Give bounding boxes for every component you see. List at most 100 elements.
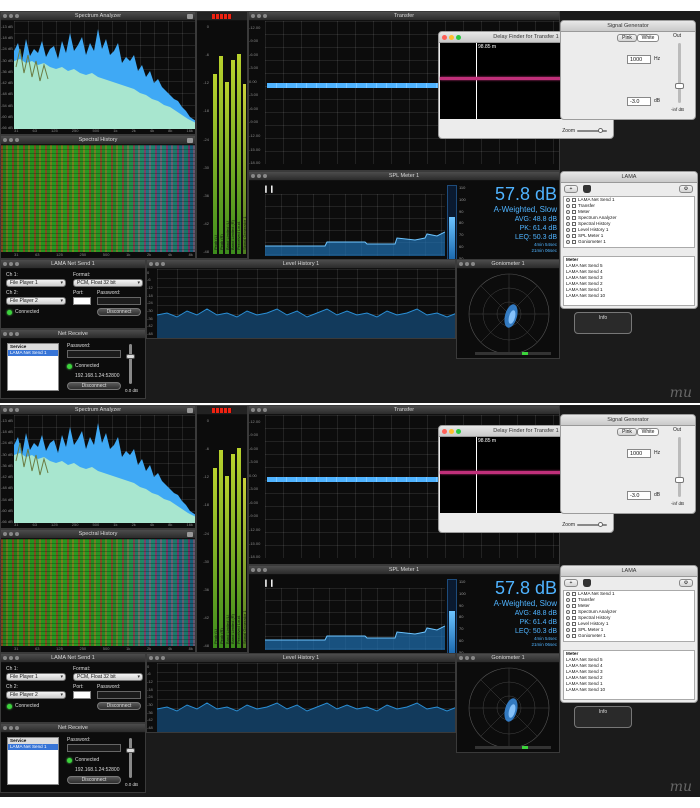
axis-tick-label: -9.00 <box>249 38 259 44</box>
window-buttons[interactable] <box>459 656 481 661</box>
output-level-slider[interactable] <box>675 43 684 103</box>
lama-device-list[interactable]: LAMA Net Send 1 Transfer Meter Spectrum … <box>563 590 695 642</box>
receive-level-knob[interactable] <box>126 354 135 359</box>
frequency-input[interactable]: 1000 <box>627 449 651 458</box>
add-button[interactable]: + <box>564 579 578 587</box>
password-input[interactable] <box>97 297 141 305</box>
list-item[interactable]: Goniometer 1 <box>564 239 694 245</box>
password-input[interactable] <box>67 350 121 358</box>
disconnect-button[interactable]: Disconnect <box>67 382 121 390</box>
window-buttons[interactable] <box>3 262 25 267</box>
output-slider-knob[interactable] <box>675 477 684 483</box>
ch1-select[interactable]: File Player 1 <box>6 673 66 681</box>
port-input[interactable] <box>73 691 91 699</box>
service-list[interactable]: Service LAMA Net Send 1 <box>7 737 59 785</box>
window-buttons[interactable] <box>459 262 481 267</box>
disconnect-button[interactable]: Disconnect <box>97 308 141 316</box>
window-buttons[interactable] <box>251 174 273 179</box>
connected-status: Connected <box>75 757 100 763</box>
level-input[interactable]: -3.0 <box>627 97 651 106</box>
gear-icon[interactable]: ⚙ <box>679 185 693 193</box>
axis-tick-label: -18 <box>203 108 209 114</box>
window-buttons[interactable] <box>251 14 273 19</box>
output-level-slider[interactable] <box>675 437 684 497</box>
list-item[interactable]: Goniometer 1 <box>564 633 694 639</box>
disconnect-button[interactable]: Disconnect <box>67 776 121 784</box>
ch2-select[interactable]: File Player 2 <box>6 297 66 305</box>
lama-device-list[interactable]: LAMA Net Send 1 Transfer Meter Spectrum … <box>563 196 695 248</box>
info-button[interactable]: Info <box>574 706 632 728</box>
axis-tick-label: 0 <box>206 24 209 29</box>
zoom-slider[interactable] <box>577 128 607 133</box>
meter-channel-label: Perceived Loud. <box>236 221 242 250</box>
service-list[interactable]: Service LAMA Net Send 1 <box>7 343 59 391</box>
net-receive-window: Net Receive Service LAMA Net Send 1 Pass… <box>0 723 146 793</box>
zoom-slider-knob[interactable] <box>598 522 603 527</box>
receive-level-slider[interactable] <box>126 344 135 384</box>
window-resize-icon[interactable] <box>187 532 193 537</box>
format-select[interactable]: PCM, Float 32 bit <box>73 279 143 287</box>
axis-tick-label: 110 <box>459 579 466 584</box>
password-label: Password: <box>67 737 91 743</box>
list-item[interactable]: LAMA Net Send 10 <box>564 293 694 299</box>
disconnect-button[interactable]: Disconnect <box>97 702 141 710</box>
white-noise-tab[interactable]: White <box>637 428 659 436</box>
output-slider-knob[interactable] <box>675 83 684 89</box>
password-input[interactable] <box>67 744 121 752</box>
axis-tick-label: -6 <box>147 671 151 677</box>
lama-meter-list[interactable]: Meter LAMA Net Send 5 LAMA Net Send 4 LA… <box>563 650 695 700</box>
window-buttons[interactable] <box>442 429 463 435</box>
format-select[interactable]: PCM, Float 32 bit <box>73 673 143 681</box>
window-resize-icon[interactable] <box>187 408 193 413</box>
window-resize-icon[interactable] <box>187 138 193 143</box>
info-button[interactable]: Info <box>574 312 632 334</box>
level-history-graph <box>156 663 455 732</box>
window-buttons[interactable] <box>3 408 25 413</box>
window-buttons[interactable] <box>3 14 25 19</box>
bell-icon[interactable] <box>583 185 591 193</box>
window-buttons[interactable] <box>3 138 25 143</box>
window-resize-icon[interactable] <box>187 14 193 19</box>
window-buttons[interactable] <box>442 35 463 41</box>
service-item[interactable]: LAMA Net Send 1 <box>8 744 58 750</box>
axis-tick-label: -36 dB <box>1 68 13 74</box>
meter-channel-label: Peak (R) <box>218 234 224 250</box>
clip-indicator[interactable] <box>212 408 232 413</box>
level-input[interactable]: -3.0 <box>627 491 651 500</box>
window-buttons[interactable] <box>3 332 25 337</box>
list-item[interactable]: LAMA Net Send 10 <box>564 687 694 693</box>
window-buttons[interactable] <box>3 532 25 537</box>
spl-meter-title: SPL Meter 1 <box>249 172 559 181</box>
port-input[interactable] <box>73 297 91 305</box>
spectrum-analyzer-title: Spectrum Analyzer <box>1 406 195 415</box>
pause-icon[interactable]: ❙❙ <box>263 579 275 587</box>
window-buttons[interactable] <box>251 568 273 573</box>
spectrum-analyzer-title: Spectrum Analyzer <box>1 12 195 21</box>
delay-cursor[interactable] <box>476 437 477 513</box>
pink-noise-tab[interactable]: Pink <box>617 428 637 436</box>
white-noise-tab[interactable]: White <box>637 34 659 42</box>
frequency-input[interactable]: 1000 <box>627 55 651 64</box>
pause-icon[interactable]: ❙❙ <box>263 185 275 193</box>
transfer-title: Transfer <box>249 406 559 415</box>
bell-icon[interactable] <box>583 579 591 587</box>
window-buttons[interactable] <box>3 726 25 731</box>
receive-level-slider[interactable] <box>126 738 135 778</box>
pink-noise-tab[interactable]: Pink <box>617 34 637 42</box>
lama-meter-list[interactable]: Meter LAMA Net Send 5 LAMA Net Send 4 LA… <box>563 256 695 306</box>
window-buttons[interactable] <box>251 408 273 413</box>
window-buttons[interactable] <box>149 656 171 661</box>
add-button[interactable]: + <box>564 185 578 193</box>
window-buttons[interactable] <box>149 262 171 267</box>
password-input[interactable] <box>97 691 141 699</box>
zoom-slider[interactable] <box>577 522 607 527</box>
zoom-slider-knob[interactable] <box>598 128 603 133</box>
receive-level-knob[interactable] <box>126 748 135 753</box>
service-item[interactable]: LAMA Net Send 1 <box>8 350 58 356</box>
window-buttons[interactable] <box>3 656 25 661</box>
ch2-select[interactable]: File Player 2 <box>6 691 66 699</box>
gear-icon[interactable]: ⚙ <box>679 579 693 587</box>
delay-cursor[interactable] <box>476 43 477 119</box>
clip-indicator[interactable] <box>212 14 232 19</box>
ch1-select[interactable]: File Player 1 <box>6 279 66 287</box>
